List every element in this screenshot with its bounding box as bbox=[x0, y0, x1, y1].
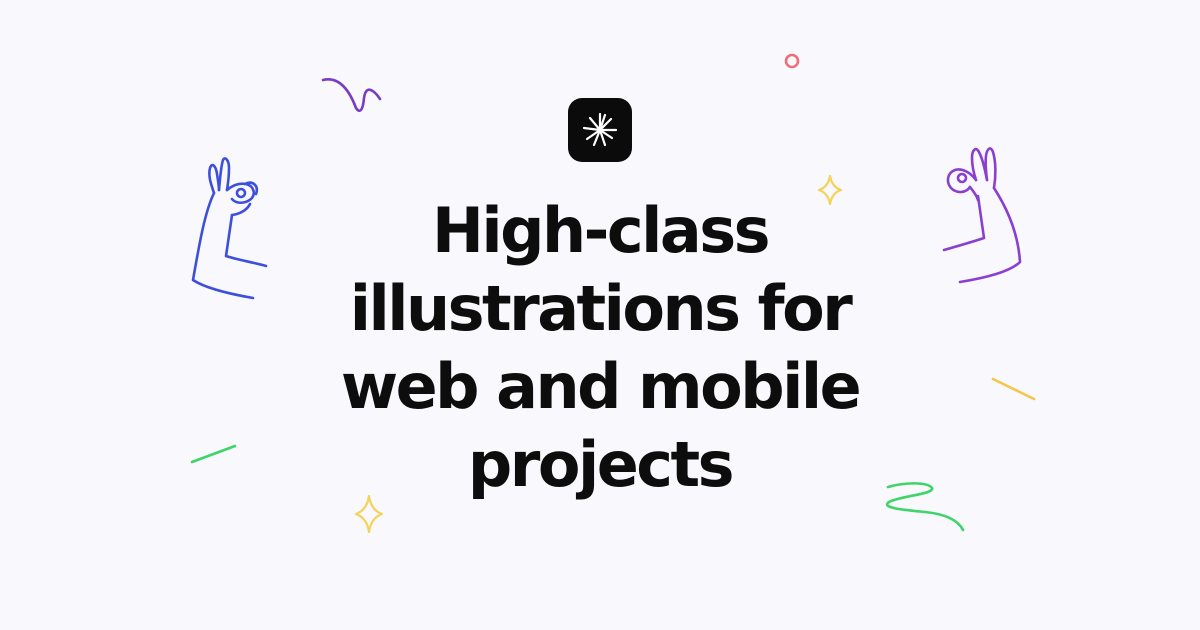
headline: High-class illustrations for web and mob… bbox=[0, 192, 1200, 504]
red-ring-icon bbox=[784, 53, 800, 69]
starburst-icon bbox=[582, 112, 618, 147]
headline-line: High-class bbox=[431, 194, 771, 267]
headline-line: web and mobile bbox=[340, 350, 862, 423]
purple-squiggle-icon bbox=[321, 78, 382, 112]
headline-line: projects bbox=[467, 428, 735, 501]
logo bbox=[568, 98, 632, 162]
headline-line: illustrations for bbox=[349, 272, 853, 345]
